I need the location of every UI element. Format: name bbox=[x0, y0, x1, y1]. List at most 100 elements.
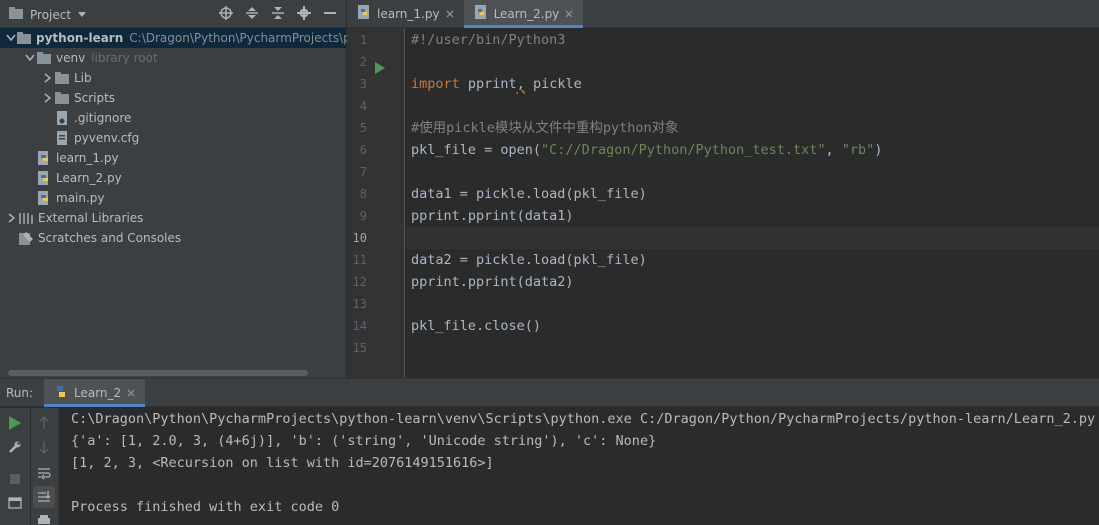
scratches-icon bbox=[18, 230, 34, 246]
code-line[interactable]: pkl_file = open("C://Dragon/Python/Pytho… bbox=[406, 139, 1099, 161]
tree-item-hint: C:\Dragon\Python\PycharmProjects\pytho bbox=[129, 31, 378, 45]
code-line[interactable] bbox=[406, 337, 1099, 359]
tree-item[interactable]: main.py bbox=[0, 188, 346, 208]
rerun-icon[interactable] bbox=[4, 412, 26, 434]
tree-item-hint: library root bbox=[91, 51, 158, 65]
close-icon[interactable] bbox=[127, 386, 135, 400]
line-number: 6 bbox=[359, 143, 367, 157]
expand-all-icon[interactable] bbox=[244, 5, 260, 21]
code-line[interactable]: pprint.pprint(data1) bbox=[406, 205, 1099, 227]
line-number: 7 bbox=[359, 165, 367, 179]
soft-wrap-icon[interactable] bbox=[33, 462, 55, 484]
project-folder-icon bbox=[8, 6, 24, 23]
close-icon[interactable] bbox=[565, 7, 573, 21]
code-line[interactable] bbox=[406, 161, 1099, 183]
tab-label: learn_1.py bbox=[377, 6, 440, 21]
code-line[interactable]: import pprint, pickle bbox=[406, 73, 1099, 95]
code-line[interactable]: #使用pickle模块从文件中重构python对象 bbox=[406, 117, 1099, 139]
code-line[interactable] bbox=[406, 227, 1099, 249]
folder-icon bbox=[54, 90, 70, 106]
project-tree: python-learn C:\Dragon\Python\PycharmProj… bbox=[0, 28, 378, 248]
tree-item[interactable]: External Libraries bbox=[0, 208, 346, 228]
chevron-down-icon[interactable] bbox=[6, 34, 16, 42]
chevron-right-icon[interactable] bbox=[42, 93, 54, 103]
tree-item-label: learn_1.py bbox=[56, 151, 119, 165]
code-line[interactable]: data1 = pickle.load(pkl_file) bbox=[406, 183, 1099, 205]
python-file-icon bbox=[474, 5, 488, 22]
code-line[interactable]: data2 = pickle.load(pkl_file) bbox=[406, 249, 1099, 271]
line-number: 15 bbox=[352, 341, 367, 355]
chevron-down-icon[interactable] bbox=[24, 54, 36, 62]
tree-item-label: Scripts bbox=[74, 91, 116, 105]
python-file-icon bbox=[36, 170, 52, 186]
tab-label: Learn_2.py bbox=[493, 6, 560, 21]
folder-icon bbox=[36, 50, 52, 66]
tree-item-label: python-learn bbox=[36, 31, 124, 45]
tree-item-label: main.py bbox=[56, 191, 105, 205]
file-ignore-icon bbox=[54, 110, 70, 126]
project-panel: Project python-learn C:\Dragon\Python\Pyc… bbox=[0, 0, 378, 378]
tab-learn-2[interactable]: Learn_2.py bbox=[463, 0, 584, 28]
code-line[interactable]: pkl_file.close() bbox=[406, 315, 1099, 337]
project-view-selector[interactable]: Project bbox=[8, 6, 87, 23]
tab-learn-1[interactable]: learn_1.py bbox=[347, 0, 464, 27]
tree-item[interactable]: python-learn C:\Dragon\Python\PycharmProj… bbox=[0, 28, 378, 48]
tree-item[interactable]: Learn_2.py bbox=[0, 168, 346, 188]
folder-icon bbox=[16, 30, 32, 46]
print-icon[interactable] bbox=[33, 510, 55, 525]
wrench-icon[interactable] bbox=[4, 436, 26, 458]
tree-item[interactable]: pyvenv.cfg bbox=[0, 128, 346, 148]
horizontal-scrollbar[interactable] bbox=[8, 370, 308, 376]
chevron-right-icon[interactable] bbox=[6, 213, 18, 223]
code-line[interactable]: pprint.pprint(data2) bbox=[406, 271, 1099, 293]
arrow-down-icon[interactable] bbox=[33, 436, 55, 458]
chevron-right-icon[interactable] bbox=[42, 73, 54, 83]
console-line: C:\Dragon\Python\PycharmProjects\python-… bbox=[71, 411, 1096, 427]
tree-item[interactable]: learn_1.py bbox=[0, 148, 346, 168]
line-number: 1 bbox=[359, 33, 367, 47]
close-icon[interactable] bbox=[446, 7, 454, 21]
tree-item-label: Scratches and Consoles bbox=[38, 231, 182, 245]
tree-item-label: pyvenv.cfg bbox=[74, 131, 140, 145]
minimize-icon[interactable] bbox=[322, 5, 338, 21]
line-number: 5 bbox=[359, 121, 367, 135]
code-area[interactable]: #!/user/bin/Python3 import pprint, pickle… bbox=[406, 28, 1099, 378]
project-panel-header: Project bbox=[0, 0, 346, 28]
scroll-to-end-icon[interactable] bbox=[33, 486, 55, 508]
arrow-up-icon[interactable] bbox=[33, 412, 55, 434]
line-number: 14 bbox=[352, 319, 367, 333]
run-gutter-icon[interactable] bbox=[375, 62, 385, 74]
run-tab[interactable]: Learn_2 bbox=[44, 379, 146, 407]
code-line[interactable]: #!/user/bin/Python3 bbox=[406, 29, 1099, 51]
locate-target-icon[interactable] bbox=[218, 5, 234, 21]
tree-item-label: Learn_2.py bbox=[56, 171, 122, 185]
python-icon bbox=[54, 385, 68, 402]
code-line[interactable] bbox=[406, 95, 1099, 117]
line-number: 12 bbox=[352, 275, 367, 289]
restore-layout-icon[interactable] bbox=[4, 492, 26, 514]
gear-icon[interactable] bbox=[296, 5, 312, 21]
run-header: Run: Learn_2 bbox=[0, 379, 1099, 407]
console-output[interactable]: C:\Dragon\Python\PycharmProjects\python-… bbox=[71, 408, 1099, 525]
stop-icon[interactable] bbox=[4, 468, 26, 490]
collapse-all-icon[interactable] bbox=[270, 5, 286, 21]
tree-item[interactable]: Lib bbox=[0, 68, 346, 88]
python-file-icon bbox=[357, 5, 371, 22]
python-file-icon bbox=[36, 150, 52, 166]
editor-tabs: learn_1.py Learn_2.py bbox=[347, 0, 1099, 28]
tree-item-label: venv bbox=[56, 51, 86, 65]
tree-item[interactable]: Scripts bbox=[0, 88, 346, 108]
tree-item[interactable]: venv library root bbox=[0, 48, 346, 68]
run-toolbar-left bbox=[0, 408, 30, 525]
code-line[interactable] bbox=[406, 293, 1099, 315]
console-line: [1, 2, 3, <Recursion on list with id=207… bbox=[71, 455, 494, 471]
code-line[interactable] bbox=[406, 51, 1099, 73]
line-number: 11 bbox=[352, 253, 367, 267]
tree-item[interactable]: Scratches and Consoles bbox=[0, 228, 346, 248]
run-label: Run: bbox=[6, 386, 34, 400]
line-number: 10 bbox=[352, 231, 367, 245]
editor-gutter[interactable]: 1 2 3 4 5 6 7 8 9 10 11 12 13 14 15 bbox=[347, 28, 405, 378]
tree-item[interactable]: .gitignore bbox=[0, 108, 346, 128]
python-file-icon bbox=[36, 190, 52, 206]
